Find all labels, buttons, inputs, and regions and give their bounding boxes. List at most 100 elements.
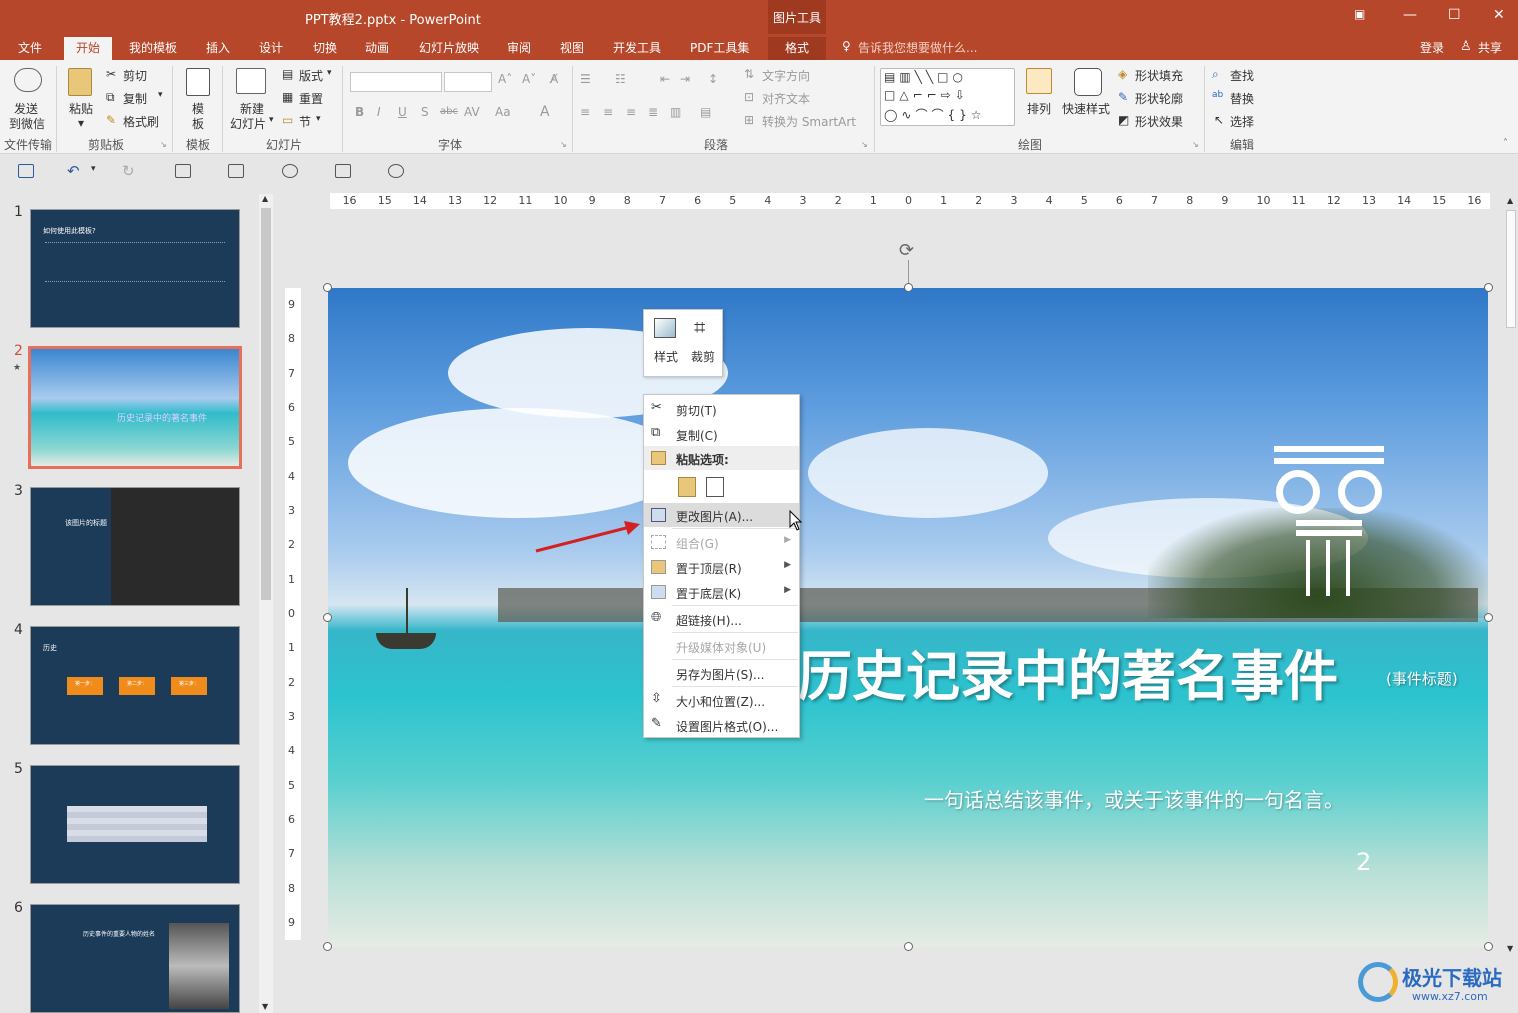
change-case-button[interactable]: Aa	[495, 105, 511, 119]
tab-review[interactable]: 审阅	[501, 37, 537, 60]
slideshow-qat-icon[interactable]	[335, 164, 351, 178]
resize-handle[interactable]	[323, 283, 332, 292]
crop-icon[interactable]: ⌗	[694, 315, 705, 339]
font-color-button[interactable]: A	[540, 104, 550, 120]
quick-styles-icon[interactable]	[1074, 68, 1102, 96]
strikethrough-button[interactable]: abc	[440, 106, 458, 117]
bold-button[interactable]: B	[355, 105, 364, 119]
shape-outline-button[interactable]: 形状轮廓	[1135, 90, 1183, 107]
new-slide-line2[interactable]: 幻灯片	[230, 115, 266, 132]
resize-handle[interactable]	[1484, 283, 1493, 292]
resize-handle[interactable]	[904, 283, 913, 292]
scroll-thumb[interactable]	[1506, 210, 1516, 328]
restore-icon[interactable]: ☐	[1448, 7, 1461, 23]
new-slide-dropdown-icon[interactable]: ▾	[269, 115, 274, 125]
shrink-font-icon[interactable]: A˅	[522, 72, 536, 86]
style-button[interactable]: 样式	[654, 348, 678, 365]
justify-icon[interactable]: ≣	[648, 105, 658, 119]
tab-transitions[interactable]: 切换	[307, 37, 343, 60]
arrange-icon[interactable]	[1026, 68, 1052, 94]
copy-dropdown-icon[interactable]: ▾	[158, 90, 163, 100]
menu-item-copy[interactable]: ⧉ 复制(C)	[644, 422, 799, 446]
paste-picture-icon[interactable]	[706, 477, 724, 497]
format-painter-button[interactable]: 格式刷	[123, 113, 159, 130]
menu-item-bring-to-front[interactable]: 置于顶层(R) ▶	[644, 555, 799, 579]
char-spacing-button[interactable]: AV	[464, 105, 480, 119]
resize-handle[interactable]	[904, 942, 913, 951]
redo-icon[interactable]: ↻	[122, 162, 135, 180]
new-slide-qat-icon[interactable]	[228, 164, 244, 178]
template-line2[interactable]: 板	[192, 115, 204, 132]
slide-thumbnail-2[interactable]: 历史记录中的著名事件	[28, 346, 242, 469]
tab-insert[interactable]: 插入	[200, 37, 236, 60]
tab-design[interactable]: 设计	[253, 37, 289, 60]
menu-item-cut[interactable]: ✂ 剪切(T)	[644, 397, 799, 421]
arrange-button[interactable]: 排列	[1027, 100, 1051, 117]
quick-styles-button[interactable]: 快速样式	[1062, 100, 1110, 117]
paste-keep-format-icon[interactable]	[678, 477, 696, 497]
menu-item-change-picture[interactable]: 更改图片(A)...	[644, 503, 799, 527]
crop-button[interactable]: 裁剪	[691, 348, 715, 365]
convert-smartart-button[interactable]: 转换为 SmartArt	[762, 113, 856, 130]
scroll-down-icon[interactable]: ▼	[262, 1002, 268, 1011]
shape-effects-button[interactable]: 形状效果	[1135, 113, 1183, 130]
slide-subtitle[interactable]: 一句话总结该事件，或关于该事件的一句名言。	[924, 784, 1344, 813]
menu-item-upgrade-media[interactable]: 升级媒体对象(U)	[644, 634, 799, 658]
font-launcher-icon[interactable]: ↘	[560, 140, 567, 149]
tab-developer[interactable]: 开发工具	[607, 37, 667, 60]
slide-canvas[interactable]: 历史记录中的著名事件 (事件标题) 一句话总结该事件，或关于该事件的一句名言。 …	[328, 288, 1488, 947]
copy-button[interactable]: 复制	[123, 90, 147, 107]
slide-thumbnail-5[interactable]	[30, 765, 240, 884]
collapse-ribbon-icon[interactable]: ˄	[1503, 138, 1508, 149]
grow-font-icon[interactable]: A˄	[498, 72, 512, 86]
share-button[interactable]: 共享	[1472, 37, 1508, 60]
resize-handle[interactable]	[1484, 942, 1493, 951]
align-right-icon[interactable]: ≡	[626, 105, 636, 119]
login-link[interactable]: 登录	[1414, 37, 1450, 60]
distribute-icon[interactable]: ▥	[670, 105, 681, 119]
underline-button[interactable]: U	[398, 105, 407, 119]
decrease-indent-icon[interactable]: ⇤	[660, 72, 670, 86]
clear-format-icon[interactable]: A̸	[550, 72, 558, 86]
menu-item-save-as-picture[interactable]: 另存为图片(S)...	[644, 661, 799, 685]
tab-format[interactable]: 格式	[768, 37, 826, 60]
minimize-icon[interactable]: —	[1403, 7, 1417, 23]
section-button[interactable]: 节	[299, 113, 311, 130]
layout-button[interactable]: 版式	[299, 67, 323, 84]
send-wechat-line2[interactable]: 到微信	[9, 115, 45, 132]
from-beginning-icon[interactable]	[175, 164, 191, 178]
tab-pdf-tools[interactable]: PDF工具集	[684, 37, 755, 60]
reset-button[interactable]: 重置	[299, 90, 323, 107]
cut-button[interactable]: 剪切	[123, 67, 147, 84]
scroll-thumb[interactable]	[261, 208, 271, 600]
clipboard-launcher-icon[interactable]: ↘	[160, 140, 167, 149]
menu-item-format-picture[interactable]: ✎ 设置图片格式(O)...	[644, 713, 799, 737]
paste-button[interactable]: 粘贴	[69, 100, 93, 117]
drawing-launcher-icon[interactable]: ↘	[1192, 140, 1199, 149]
style-icon[interactable]	[654, 318, 676, 338]
ribbon-display-icon[interactable]: ▣	[1354, 7, 1365, 21]
menu-item-hyperlink[interactable]: 🌐︎ 超链接(H)...	[644, 607, 799, 631]
tab-file[interactable]: 文件	[12, 37, 48, 60]
shadow-button[interactable]: S	[421, 105, 429, 119]
bullets-icon[interactable]: ☰	[580, 72, 591, 86]
font-size-combo[interactable]	[444, 72, 492, 92]
thumbnail-scrollbar[interactable]: ▲ ▼	[259, 194, 273, 1013]
shapes-gallery[interactable]: ▤▥╲╲□○ □△⌐⌐⇨⇩ ◯∿⌒⌒{}☆	[880, 68, 1015, 126]
undo-icon[interactable]: ↶	[67, 162, 80, 180]
align-center-icon[interactable]: ≡	[603, 105, 613, 119]
tab-home[interactable]: 开始	[64, 37, 112, 60]
tab-animations[interactable]: 动画	[359, 37, 395, 60]
tab-slideshow[interactable]: 幻灯片放映	[413, 37, 485, 60]
resize-handle[interactable]	[323, 942, 332, 951]
slide-title[interactable]: 历史记录中的著名事件	[798, 632, 1338, 711]
print-preview-icon[interactable]	[388, 164, 404, 178]
slide-thumbnail-4[interactable]: 历史 第一步： 第二步： 第三步：	[30, 626, 240, 745]
columns-icon[interactable]: ▤	[700, 105, 711, 119]
section-dropdown-icon[interactable]: ▾	[316, 114, 321, 124]
tell-me-box[interactable]: 告诉我您想要做什么...	[852, 37, 983, 60]
save-icon[interactable]	[18, 164, 34, 178]
slide-thumbnail-3[interactable]: 该图片的标题	[30, 487, 240, 606]
find-button[interactable]: 查找	[1230, 67, 1254, 84]
replace-button[interactable]: 替换	[1230, 90, 1254, 107]
